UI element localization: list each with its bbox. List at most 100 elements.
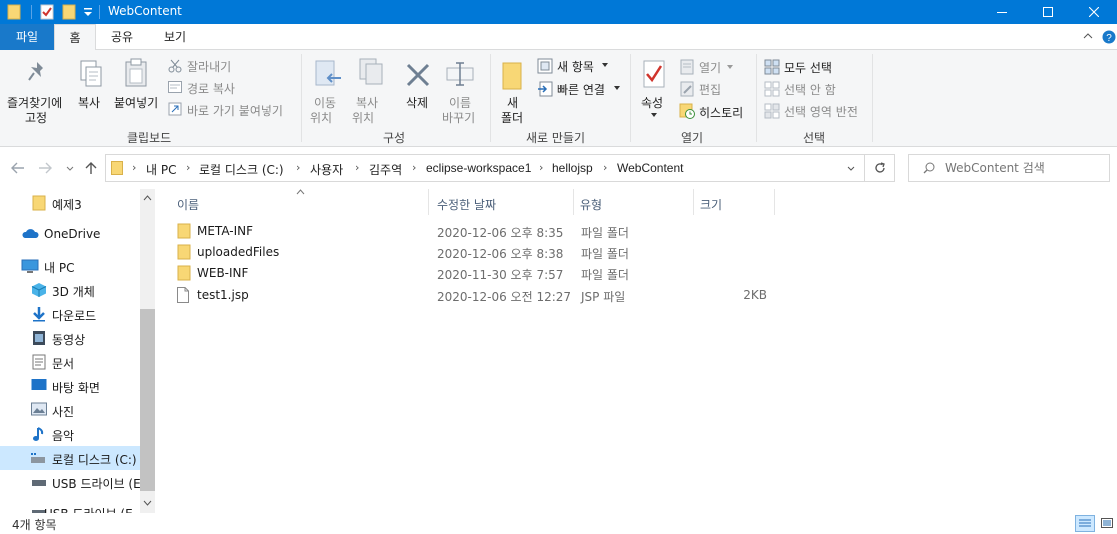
breadcrumb-chevron[interactable]: ›	[412, 161, 416, 174]
minimize-button[interactable]	[979, 0, 1025, 24]
breadcrumb-item[interactable]: 김주역	[369, 161, 402, 178]
nav-item-onedrive[interactable]: OneDrive	[0, 222, 140, 246]
column-divider[interactable]	[774, 189, 775, 215]
column-divider[interactable]	[573, 189, 574, 215]
new-folder-icon[interactable]	[62, 4, 76, 20]
history-button[interactable]: 히스토리	[699, 104, 743, 121]
scroll-down-icon[interactable]	[143, 500, 152, 506]
breadcrumb-item[interactable]: 내 PC	[146, 161, 176, 178]
breadcrumb-item[interactable]: 사용자	[310, 161, 343, 178]
address-history-icon[interactable]	[847, 166, 855, 172]
nav-item-label: 바탕 화면	[52, 381, 100, 395]
open-icon	[680, 59, 694, 75]
help-icon[interactable]: ?	[1102, 30, 1116, 44]
maximize-button[interactable]	[1025, 0, 1071, 24]
scroll-up-icon[interactable]	[143, 195, 152, 201]
rename-line2: 바꾸기	[442, 111, 476, 125]
file-row[interactable]: META-INF 2020-12-06 오후 8:35 파일 폴더	[173, 221, 773, 242]
refresh-button[interactable]	[865, 154, 895, 182]
cut-button[interactable]: 잘라내기	[187, 58, 231, 75]
file-list: 이름 수정한 날짜 유형 크기 META-INF 2020-12-06 오후 8…	[155, 189, 1117, 513]
address-bar[interactable]: › 내 PC › 로컬 디스크 (C:) › 사용자 › 김주역 › eclip…	[105, 154, 865, 182]
nav-scroll-thumb[interactable]	[140, 309, 155, 491]
nav-item-music[interactable]: 음악	[0, 422, 140, 446]
paste-shortcut-button[interactable]: 바로 가기 붙여넣기	[187, 102, 283, 119]
window-title: WebContent	[108, 4, 182, 18]
breadcrumb-chevron[interactable]: ›	[296, 161, 300, 174]
tab-file[interactable]: 파일	[0, 24, 54, 50]
close-button[interactable]	[1071, 0, 1117, 24]
file-name: test1.jsp	[197, 288, 249, 302]
select-none-button[interactable]: 선택 안 함	[784, 81, 836, 98]
nav-item-example3[interactable]: 예제3	[0, 191, 140, 215]
nav-item-3d-objects[interactable]: 3D 개체	[0, 278, 140, 302]
tab-view[interactable]: 보기	[154, 24, 196, 50]
invert-selection-icon	[764, 103, 780, 119]
properties-icon[interactable]	[40, 4, 54, 20]
column-header-size[interactable]: 크기	[700, 196, 722, 213]
breadcrumb-item[interactable]: 로컬 디스크 (C:)	[199, 161, 284, 178]
breadcrumb-chevron[interactable]: ›	[186, 161, 190, 174]
forward-arrow-icon[interactable]	[38, 162, 52, 174]
breadcrumb-chevron[interactable]: ›	[355, 161, 359, 174]
search-box[interactable]	[908, 154, 1110, 182]
column-divider[interactable]	[428, 189, 429, 215]
folder-icon	[177, 244, 191, 260]
back-arrow-icon[interactable]	[11, 162, 25, 174]
open-button[interactable]: 열기	[699, 59, 721, 76]
dropdown-icon[interactable]	[83, 6, 93, 18]
nav-item-videos[interactable]: 동영상	[0, 326, 140, 350]
large-icons-view-button[interactable]	[1099, 515, 1116, 532]
breadcrumb-chevron[interactable]: ›	[603, 161, 607, 174]
column-header-name[interactable]: 이름	[177, 196, 199, 213]
invert-selection-button[interactable]: 선택 영역 반전	[784, 103, 858, 120]
copy-button[interactable]: 복사	[78, 94, 100, 111]
easy-access-button[interactable]: 빠른 연결	[557, 81, 605, 98]
nav-item-usb-drive[interactable]: USB 드라이브 (E	[0, 470, 140, 494]
group-separator	[872, 54, 873, 142]
breadcrumb-item[interactable]: WebContent	[617, 161, 684, 175]
column-header-date[interactable]: 수정한 날짜	[437, 196, 496, 213]
nav-item-this-pc[interactable]: 내 PC	[0, 254, 140, 278]
up-arrow-icon[interactable]	[85, 161, 97, 175]
breadcrumb-item[interactable]: hellojsp	[552, 161, 593, 175]
nav-item-label: 예제3	[52, 198, 82, 212]
new-item-button[interactable]: 새 항목	[557, 58, 594, 75]
nav-item-documents[interactable]: 문서	[0, 350, 140, 374]
tab-home[interactable]: 홈	[54, 24, 96, 51]
file-date: 2020-12-06 오후 8:35	[437, 226, 564, 240]
nav-item-usb-drive[interactable]: USB 드라이브 (E	[0, 500, 140, 513]
file-row[interactable]: test1.jsp 2020-12-06 오전 12:27 JSP 파일 2KB	[173, 285, 773, 306]
nav-item-desktop[interactable]: 바탕 화면	[0, 374, 140, 398]
delete-icon	[405, 62, 431, 88]
tab-share[interactable]: 공유	[100, 24, 144, 50]
edit-button[interactable]: 편집	[699, 81, 721, 98]
paste-button[interactable]: 붙여넣기	[114, 94, 158, 111]
easy-access-icon	[537, 81, 553, 97]
minimize-icon	[997, 12, 1007, 13]
rename-icon	[446, 60, 476, 88]
details-view-button[interactable]	[1075, 515, 1095, 532]
video-icon	[32, 330, 48, 346]
nav-item-label: USB 드라이브 (E	[52, 477, 140, 491]
navigation-pane: 예제3 OneDrive 내 PC 3D 개체 다운로드 동영상 문서 바탕 화…	[0, 189, 155, 513]
collapse-ribbon-icon[interactable]	[1083, 32, 1093, 40]
breadcrumb-chevron[interactable]: ›	[132, 161, 136, 174]
file-name: META-INF	[197, 224, 254, 238]
nav-item-downloads[interactable]: 다운로드	[0, 302, 140, 326]
breadcrumb-item[interactable]: eclipse-workspace1	[426, 161, 531, 175]
column-divider[interactable]	[693, 189, 694, 215]
column-header-type[interactable]: 유형	[580, 196, 602, 213]
nav-item-local-disk-c[interactable]: 로컬 디스크 (C:)	[0, 446, 140, 470]
recent-locations-icon[interactable]	[66, 166, 74, 172]
properties-button[interactable]: 속성	[641, 94, 663, 111]
file-row[interactable]: WEB-INF 2020-11-30 오후 7:57 파일 폴더	[173, 263, 773, 284]
breadcrumb-chevron[interactable]: ›	[539, 161, 543, 174]
file-row[interactable]: uploadedFiles 2020-12-06 오후 8:38 파일 폴더	[173, 242, 773, 263]
nav-item-pictures[interactable]: 사진	[0, 398, 140, 422]
search-input[interactable]	[945, 160, 1105, 176]
select-all-button[interactable]: 모두 선택	[784, 59, 832, 76]
delete-button[interactable]: 삭제	[406, 94, 428, 111]
nav-scrollbar[interactable]	[140, 189, 155, 513]
copy-path-button[interactable]: 경로 복사	[187, 80, 235, 97]
